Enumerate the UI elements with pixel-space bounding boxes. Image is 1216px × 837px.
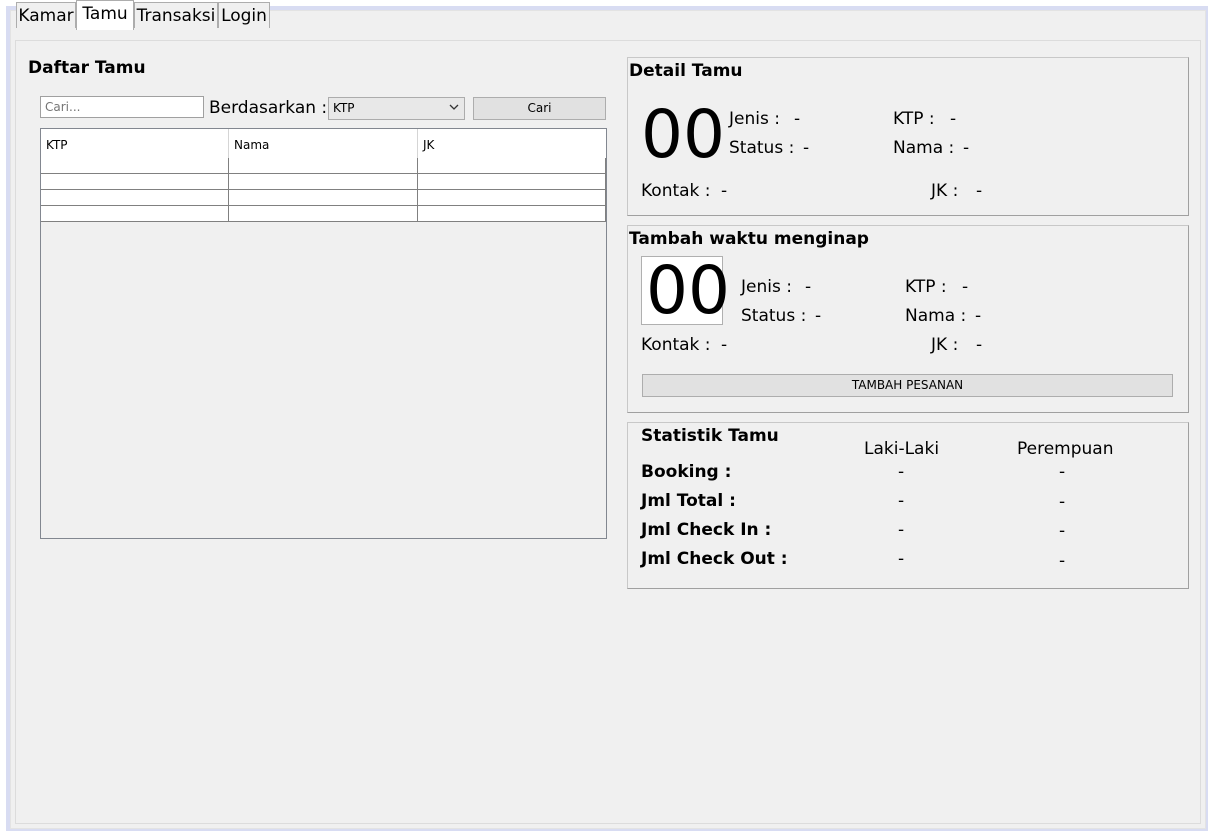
guest-table[interactable]: KTP Nama JK — [40, 128, 607, 539]
table-cell[interactable] — [229, 158, 418, 173]
table-cell[interactable] — [418, 158, 606, 173]
detail-kontak-label: Kontak : — [641, 181, 711, 201]
table-cell[interactable] — [229, 206, 418, 221]
stat-total-female: - — [1059, 492, 1066, 512]
tambah-status-label: Status : — [741, 306, 807, 326]
statistik-col-male: Laki-Laki — [864, 439, 940, 459]
table-cell[interactable] — [229, 174, 418, 189]
daftar-tamu-title: Daftar Tamu — [28, 58, 146, 78]
table-cell[interactable] — [418, 174, 606, 189]
tambah-jenis-label: Jenis : — [741, 277, 792, 297]
stat-checkin-male: - — [898, 520, 905, 540]
table-row[interactable] — [41, 190, 606, 206]
tambah-waktu-title: Tambah waktu menginap — [629, 229, 869, 249]
stat-checkin-label: Jml Check In : — [641, 520, 772, 540]
search-by-selected: KTP — [333, 101, 355, 115]
table-header: KTP Nama JK — [41, 129, 606, 158]
detail-nama-label: Nama : — [893, 138, 955, 158]
tambah-ktp-value: - — [962, 277, 969, 297]
table-row[interactable] — [41, 206, 606, 222]
detail-jenis-value: - — [794, 109, 801, 129]
table-cell[interactable] — [41, 206, 229, 221]
tab-kamar[interactable]: Kamar — [16, 2, 76, 28]
statistik-col-female: Perempuan — [1017, 439, 1114, 459]
column-header-nama[interactable]: Nama — [229, 129, 418, 158]
tambah-room-number: 00 — [646, 252, 730, 329]
tab-transaksi[interactable]: Transaksi — [134, 2, 218, 28]
tambah-nama-value: - — [975, 306, 982, 326]
search-by-select[interactable]: KTP — [328, 97, 465, 120]
detail-jk-value: - — [976, 181, 983, 201]
table-cell[interactable] — [418, 190, 606, 205]
detail-jenis-label: Jenis : — [729, 109, 780, 129]
tambah-jenis-value: - — [805, 277, 812, 297]
table-cell[interactable] — [41, 190, 229, 205]
stat-total-label: Jml Total : — [641, 491, 736, 511]
tambah-ktp-label: KTP : — [905, 277, 947, 297]
tambah-jk-value: - — [976, 335, 983, 355]
stat-checkout-label: Jml Check Out : — [641, 549, 788, 569]
stat-checkout-female: - — [1059, 551, 1066, 571]
stat-booking-label: Booking : — [641, 462, 732, 482]
stat-booking-male: - — [898, 462, 905, 482]
tab-tamu[interactable]: Tamu — [76, 0, 134, 30]
tambah-jk-label: JK : — [931, 335, 959, 355]
detail-kontak-value: - — [721, 181, 728, 201]
detail-tamu-title: Detail Tamu — [629, 61, 743, 81]
statistik-tamu-title: Statistik Tamu — [641, 426, 779, 446]
detail-status-value: - — [803, 138, 810, 158]
stat-booking-female: - — [1059, 462, 1066, 482]
cari-button[interactable]: Cari — [473, 97, 606, 120]
detail-jk-label: JK : — [931, 181, 959, 201]
table-row[interactable] — [41, 158, 606, 174]
tambah-kontak-value: - — [721, 335, 728, 355]
table-cell[interactable] — [229, 190, 418, 205]
detail-status-label: Status : — [729, 138, 795, 158]
table-cell[interactable] — [418, 206, 606, 221]
tambah-pesanan-button[interactable]: TAMBAH PESANAN — [642, 374, 1173, 397]
berdasarkan-label: Berdasarkan : — [209, 98, 328, 118]
stat-checkin-female: - — [1059, 521, 1066, 541]
column-header-ktp[interactable]: KTP — [41, 129, 229, 158]
stat-total-male: - — [898, 491, 905, 511]
tambah-nama-label: Nama : — [905, 306, 967, 326]
column-header-jk[interactable]: JK — [418, 129, 606, 158]
detail-ktp-label: KTP : — [893, 109, 935, 129]
tambah-kontak-label: Kontak : — [641, 335, 711, 355]
table-row[interactable] — [41, 174, 606, 190]
detail-ktp-value: - — [950, 109, 957, 129]
table-cell[interactable] — [41, 174, 229, 189]
tab-login[interactable]: Login — [218, 2, 270, 28]
stat-checkout-male: - — [898, 549, 905, 569]
chevron-down-icon — [448, 101, 460, 117]
search-input[interactable] — [40, 96, 204, 118]
tambah-status-value: - — [815, 306, 822, 326]
detail-room-number: 00 — [641, 96, 725, 173]
detail-nama-value: - — [963, 138, 970, 158]
table-cell[interactable] — [41, 158, 229, 173]
